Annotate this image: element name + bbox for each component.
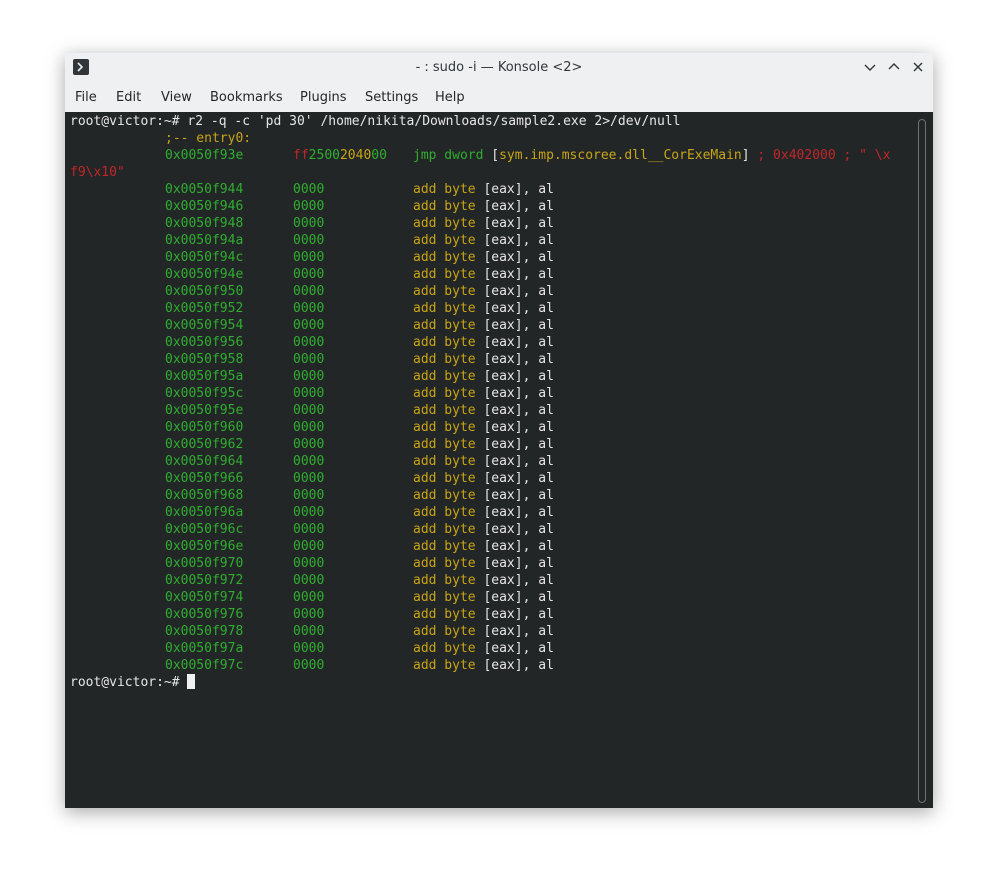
table-row: 0x0050f974 0000 add byte [eax], al <box>165 590 554 605</box>
table-row: 0x0050f96a 0000 add byte [eax], al <box>165 505 554 520</box>
table-row: 0x0050f946 0000 add byte [eax], al <box>165 199 554 214</box>
table-row: 0x0050f970 0000 add byte [eax], al <box>165 556 554 571</box>
table-row: 0x0050f94e 0000 add byte [eax], al <box>165 267 554 282</box>
table-row: 0x0050f960 0000 add byte [eax], al <box>165 420 554 435</box>
table-row: 0x0050f950 0000 add byte [eax], al <box>165 284 554 299</box>
menu-help[interactable]: Help <box>435 90 465 105</box>
table-row: 0x0050f944 0000 add byte [eax], al <box>165 182 554 197</box>
table-row: 0x0050f966 0000 add byte [eax], al <box>165 471 554 486</box>
table-row: 0x0050f96c 0000 add byte [eax], al <box>165 522 554 537</box>
close-icon <box>913 62 923 72</box>
table-row: 0x0050f972 0000 add byte [eax], al <box>165 573 554 588</box>
table-row: 0x0050f95c 0000 add byte [eax], al <box>165 386 554 401</box>
first-instruction: jmp dword [sym.imp.mscoree.dll__CorExeMa… <box>413 148 891 163</box>
minimize-button[interactable] <box>862 59 878 75</box>
window-title: - : sudo -i — Konsole <2> <box>415 60 583 75</box>
konsole-window: - : sudo -i — Konsole <2> File Edit View… <box>65 53 933 808</box>
table-row: 0x0050f95a 0000 add byte [eax], al <box>165 369 554 384</box>
chevron-down-icon <box>864 64 876 71</box>
table-row: 0x0050f978 0000 add byte [eax], al <box>165 624 554 639</box>
entry-label: ;-- entry0: <box>165 131 252 146</box>
close-button[interactable] <box>910 59 926 75</box>
menu-bar: File Edit View Bookmarks Plugins Setting… <box>65 82 933 112</box>
table-row: 0x0050f94a 0000 add byte [eax], al <box>165 233 554 248</box>
table-row: 0x0050f958 0000 add byte [eax], al <box>165 352 554 367</box>
table-row: 0x0050f976 0000 add byte [eax], al <box>165 607 554 622</box>
first-bytes: ff2500204000 <box>293 148 387 163</box>
table-row: 0x0050f97c 0000 add byte [eax], al <box>165 658 554 673</box>
menu-settings[interactable]: Settings <box>365 90 418 105</box>
table-row: 0x0050f95e 0000 add byte [eax], al <box>165 403 554 418</box>
table-row: 0x0050f952 0000 add byte [eax], al <box>165 301 554 316</box>
table-row: 0x0050f956 0000 add byte [eax], al <box>165 335 554 350</box>
table-row: 0x0050f96e 0000 add byte [eax], al <box>165 539 554 554</box>
menu-view[interactable]: View <box>161 90 192 105</box>
table-row: 0x0050f962 0000 add byte [eax], al <box>165 437 554 452</box>
maximize-button[interactable] <box>886 59 902 75</box>
table-row: 0x0050f97a 0000 add byte [eax], al <box>165 641 554 656</box>
chevron-up-icon <box>888 63 900 70</box>
command-text: r2 -q -c 'pd 30' /home/nikita/Downloads/… <box>187 114 681 129</box>
scrollbar[interactable] <box>918 119 926 803</box>
menu-edit[interactable]: Edit <box>116 90 141 105</box>
menu-file[interactable]: File <box>75 90 97 105</box>
terminal-view[interactable]: root@victor:~# r2 -q -c 'pd 30' /home/ni… <box>65 112 933 808</box>
title-bar[interactable]: - : sudo -i — Konsole <2> <box>65 53 933 82</box>
table-row: 0x0050f968 0000 add byte [eax], al <box>165 488 554 503</box>
menu-bookmarks[interactable]: Bookmarks <box>210 90 283 105</box>
text-cursor <box>187 674 196 689</box>
table-row: 0x0050f948 0000 add byte [eax], al <box>165 216 554 231</box>
table-row: 0x0050f964 0000 add byte [eax], al <box>165 454 554 469</box>
disasm-row-first: 0x0050f93e ff2500204000 jmp dword [sym.imp… <box>165 148 891 163</box>
table-row: 0x0050f954 0000 add byte [eax], al <box>165 318 554 333</box>
comment-wrap: f9\x10" <box>70 165 125 180</box>
table-row: 0x0050f94c 0000 add byte [eax], al <box>165 250 554 265</box>
final-prompt-line[interactable]: root@victor:~# <box>70 674 196 691</box>
prompt: root@victor:~# <box>70 114 188 129</box>
menu-plugins[interactable]: Plugins <box>300 90 347 105</box>
command-line: root@victor:~# r2 -q -c 'pd 30' /home/ni… <box>70 113 681 130</box>
